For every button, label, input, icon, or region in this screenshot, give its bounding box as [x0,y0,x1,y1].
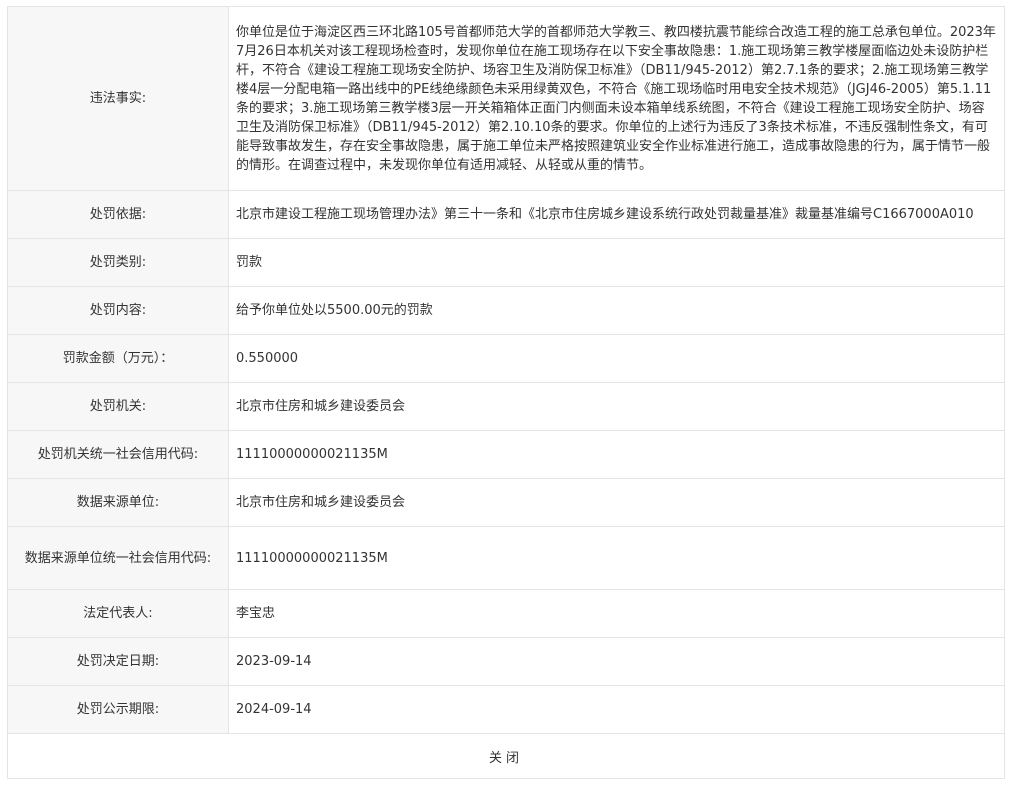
penalty-content-label: 处罚内容: [7,286,229,335]
row-penalty-basis: 处罚依据: 北京市建设工程施工现场管理办法》第三十一条和《北京市住房城乡建设系统… [7,190,1005,239]
row-penalty-authority: 处罚机关: 北京市住房和城乡建设委员会 [7,382,1005,431]
source-credit-code-value: 11110000000021135M [228,526,1005,590]
decision-date-label: 处罚决定日期: [7,637,229,686]
penalty-category-value: 罚款 [228,238,1005,287]
decision-date-value: 2023-09-14 [228,637,1005,686]
authority-credit-code-value: 11110000000021135M [228,430,1005,479]
close-button[interactable]: 关闭 [479,743,533,770]
row-penalty-content: 处罚内容: 给予你单位处以5500.00元的罚款 [7,286,1005,335]
data-source-label: 数据来源单位: [7,478,229,527]
legal-representative-value: 李宝忠 [228,589,1005,638]
penalty-content-value: 给予你单位处以5500.00元的罚款 [228,286,1005,335]
row-data-source: 数据来源单位: 北京市住房和城乡建设委员会 [7,478,1005,527]
penalty-detail-panel: 违法事实: 你单位是位于海淀区西三环北路105号首都师范大学的首都师范大学教三、… [7,6,1005,779]
row-publicity-period: 处罚公示期限: 2024-09-14 [7,685,1005,734]
penalty-detail-table: 违法事实: 你单位是位于海淀区西三环北路105号首都师范大学的首都师范大学教三、… [7,6,1005,734]
violation-facts-value: 你单位是位于海淀区西三环北路105号首都师范大学的首都师范大学教三、教四楼抗震节… [228,6,1005,191]
legal-representative-label: 法定代表人: [7,589,229,638]
penalty-authority-value: 北京市住房和城乡建设委员会 [228,382,1005,431]
footer-bar: 关闭 [7,734,1005,779]
penalty-basis-label: 处罚依据: [7,190,229,239]
authority-credit-code-label: 处罚机关统一社会信用代码: [7,430,229,479]
penalty-category-label: 处罚类别: [7,238,229,287]
penalty-authority-label: 处罚机关: [7,382,229,431]
row-source-credit-code: 数据来源单位统一社会信用代码: 11110000000021135M [7,526,1005,590]
publicity-period-value: 2024-09-14 [228,685,1005,734]
source-credit-code-label: 数据来源单位统一社会信用代码: [7,526,229,590]
row-decision-date: 处罚决定日期: 2023-09-14 [7,637,1005,686]
publicity-period-label: 处罚公示期限: [7,685,229,734]
fine-amount-label: 罚款金额（万元）： [7,334,229,383]
data-source-value: 北京市住房和城乡建设委员会 [228,478,1005,527]
row-fine-amount: 罚款金额（万元）： 0.550000 [7,334,1005,383]
row-legal-representative: 法定代表人: 李宝忠 [7,589,1005,638]
row-penalty-category: 处罚类别: 罚款 [7,238,1005,287]
fine-amount-value: 0.550000 [228,334,1005,383]
row-authority-credit-code: 处罚机关统一社会信用代码: 11110000000021135M [7,430,1005,479]
violation-facts-label: 违法事实: [7,6,229,191]
penalty-basis-value: 北京市建设工程施工现场管理办法》第三十一条和《北京市住房城乡建设系统行政处罚裁量… [228,190,1005,239]
row-violation-facts: 违法事实: 你单位是位于海淀区西三环北路105号首都师范大学的首都师范大学教三、… [7,6,1005,191]
